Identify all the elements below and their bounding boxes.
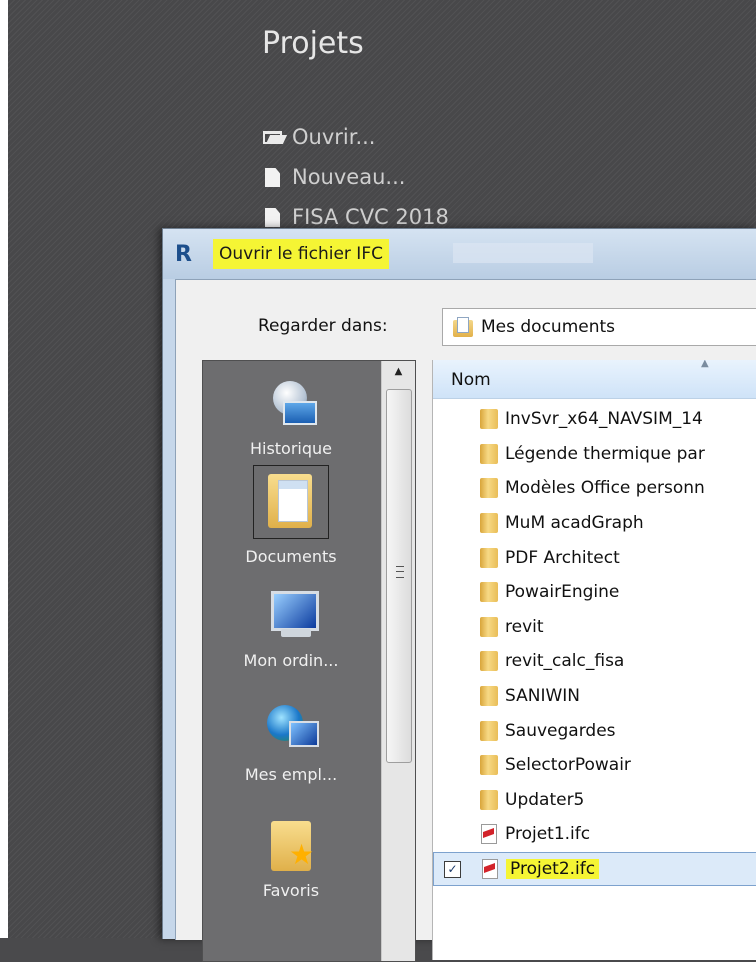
history-icon bbox=[263, 375, 319, 431]
file-name: Updater5 bbox=[505, 789, 585, 810]
column-header-name[interactable]: ▲ Nom bbox=[433, 360, 756, 399]
file-name: MuM acadGraph bbox=[505, 513, 644, 534]
file-name: Sauvegardes bbox=[505, 720, 616, 741]
folder-icon bbox=[479, 443, 499, 464]
file-row[interactable]: PowairEngine bbox=[433, 575, 756, 610]
file-row[interactable]: Projet1.ifc bbox=[433, 817, 756, 852]
file-checkbox[interactable]: ✓ bbox=[444, 860, 461, 878]
folder-icon bbox=[479, 789, 499, 810]
projects-section-title: Projets bbox=[262, 26, 364, 61]
folder-icon bbox=[479, 616, 499, 637]
revit-app-icon: R bbox=[175, 242, 192, 267]
file-row[interactable]: Légende thermique par bbox=[433, 437, 756, 472]
file-list: ▲ Nom InvSvr_x64_NAVSIM_14 Légende therm… bbox=[432, 360, 756, 960]
place-documents[interactable]: Documents bbox=[203, 465, 379, 566]
file-row[interactable]: SelectorPowair bbox=[433, 748, 756, 783]
column-header-label: Nom bbox=[451, 370, 491, 390]
file-row[interactable]: Updater5 bbox=[433, 783, 756, 818]
folder-icon bbox=[479, 547, 499, 568]
file-row[interactable]: revit_calc_fisa bbox=[433, 644, 756, 679]
file-name: InvSvr_x64_NAVSIM_14 bbox=[505, 409, 703, 430]
folder-icon bbox=[479, 686, 499, 707]
page-icon bbox=[262, 206, 286, 228]
file-row-selected[interactable]: ✓ Projet2.ifc bbox=[433, 851, 756, 887]
place-my-computer[interactable]: Mon ordin... bbox=[203, 587, 379, 670]
favorites-icon bbox=[263, 817, 319, 873]
place-history[interactable]: Historique bbox=[203, 375, 379, 458]
folder-icon bbox=[479, 755, 499, 776]
place-network[interactable]: Mes empl... bbox=[203, 701, 379, 784]
recent-project-label: FISA CVC 2018 bbox=[292, 205, 449, 229]
dialog-title: Ouvrir le fichier IFC bbox=[213, 239, 389, 269]
grip-icon bbox=[396, 566, 404, 578]
place-label: Favoris bbox=[262, 881, 320, 900]
file-name: revit_calc_fisa bbox=[505, 651, 625, 672]
place-label: Documents bbox=[245, 547, 337, 566]
folder-icon bbox=[479, 651, 499, 672]
file-name: SANIWIN bbox=[505, 686, 581, 707]
open-ifc-dialog: R Ouvrir le fichier IFC Regarder dans: M… bbox=[162, 228, 756, 962]
file-row[interactable]: SANIWIN bbox=[433, 679, 756, 714]
computer-icon bbox=[263, 587, 319, 643]
folder-icon bbox=[479, 478, 499, 499]
dialog-titlebar[interactable]: R Ouvrir le fichier IFC bbox=[163, 229, 756, 279]
places-bar: Historique Documents Mon ordin... Mes em… bbox=[202, 360, 416, 962]
file-name: Légende thermique par bbox=[505, 443, 705, 464]
documents-folder-icon bbox=[453, 317, 475, 337]
file-row[interactable]: Sauvegardes bbox=[433, 713, 756, 748]
file-name: Projet2.ifc bbox=[506, 859, 600, 880]
scroll-thumb[interactable] bbox=[386, 389, 412, 763]
page-icon bbox=[262, 166, 286, 188]
folder-icon bbox=[479, 513, 499, 534]
open-project-link[interactable]: Ouvrir... bbox=[262, 122, 375, 152]
file-row[interactable]: Modèles Office personn bbox=[433, 471, 756, 506]
file-row[interactable]: MuM acadGraph bbox=[433, 506, 756, 541]
file-row[interactable]: PDF Architect bbox=[433, 540, 756, 575]
ifc-file-icon bbox=[480, 859, 500, 880]
scroll-up-arrow-icon[interactable]: ▲ bbox=[382, 361, 415, 383]
folder-icon bbox=[479, 582, 499, 603]
title-blur-region bbox=[453, 243, 593, 263]
documents-icon bbox=[253, 465, 329, 539]
new-project-link[interactable]: Nouveau... bbox=[262, 162, 405, 192]
file-name: PDF Architect bbox=[505, 547, 620, 568]
folder-icon bbox=[479, 720, 499, 741]
file-name: SelectorPowair bbox=[505, 755, 631, 776]
file-name: Projet1.ifc bbox=[505, 824, 591, 845]
dialog-client-area: Regarder dans: Mes documents Historique … bbox=[175, 279, 756, 962]
sort-arrow-icon: ▲ bbox=[701, 360, 709, 369]
file-row[interactable]: revit bbox=[433, 610, 756, 645]
ifc-file-icon bbox=[479, 824, 499, 845]
look-in-dropdown[interactable]: Mes documents bbox=[442, 308, 756, 346]
look-in-value: Mes documents bbox=[481, 317, 616, 337]
open-project-label: Ouvrir... bbox=[292, 125, 376, 149]
file-row[interactable]: InvSvr_x64_NAVSIM_14 bbox=[433, 402, 756, 437]
place-label: Mes empl... bbox=[244, 765, 338, 784]
look-in-label: Regarder dans: bbox=[258, 316, 388, 336]
file-rows: InvSvr_x64_NAVSIM_14 Légende thermique p… bbox=[433, 402, 756, 887]
file-name: revit bbox=[505, 616, 544, 637]
place-favorites[interactable]: Favoris bbox=[203, 817, 379, 900]
file-name: PowairEngine bbox=[505, 582, 620, 603]
file-name: Modèles Office personn bbox=[505, 478, 705, 499]
new-project-label: Nouveau... bbox=[292, 165, 406, 189]
folder-icon bbox=[479, 409, 499, 430]
place-label: Mon ordin... bbox=[243, 651, 339, 670]
open-folder-icon bbox=[262, 126, 286, 148]
network-places-icon bbox=[263, 701, 319, 757]
places-scrollbar[interactable]: ▲ bbox=[381, 361, 415, 961]
screen-edge bbox=[0, 0, 8, 938]
place-label: Historique bbox=[249, 439, 333, 458]
